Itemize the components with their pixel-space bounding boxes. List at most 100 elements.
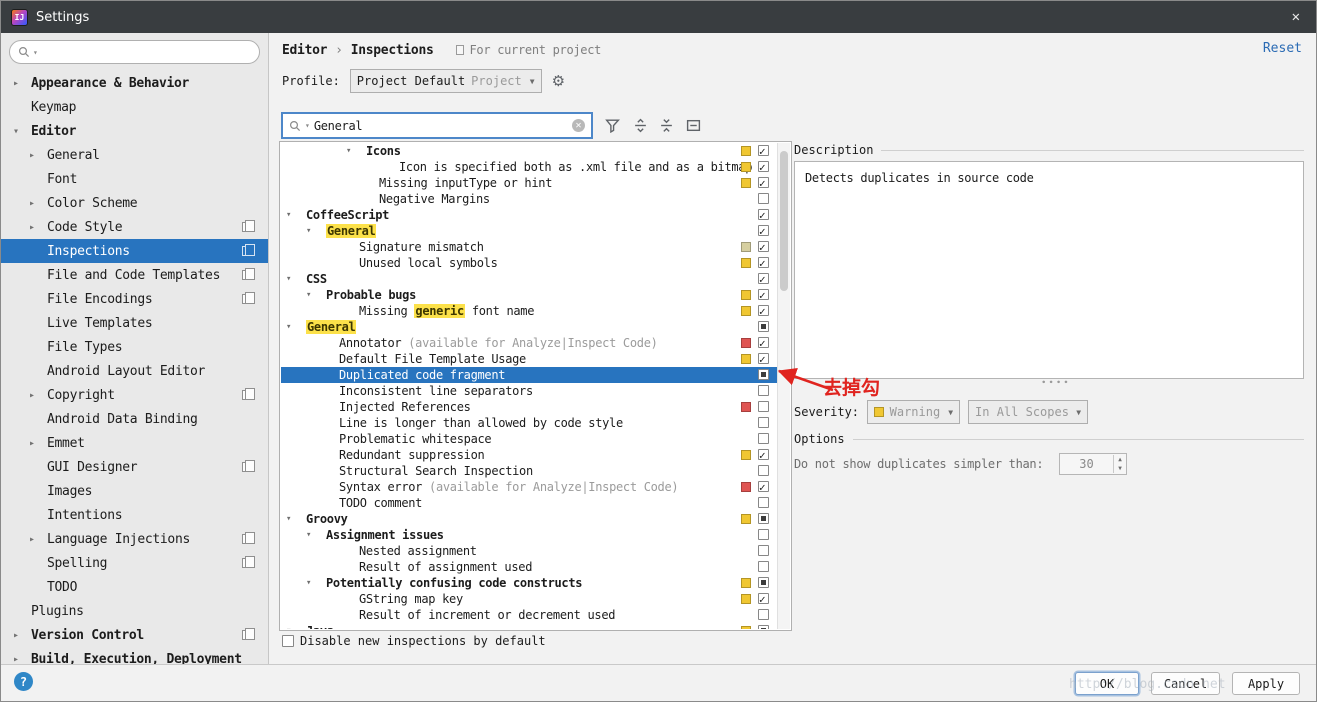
expand-all-icon[interactable] <box>629 114 651 136</box>
inspection-row-probable-bugs[interactable]: ▾Probable bugs <box>281 287 777 303</box>
spinner-up-icon[interactable]: ▲ <box>1118 455 1122 464</box>
chevron-down-icon[interactable]: ▾ <box>286 623 291 629</box>
inspection-row-css[interactable]: ▾CSS <box>281 271 777 287</box>
cancel-button[interactable]: Cancel <box>1151 672 1220 695</box>
collapse-node-icon[interactable] <box>682 114 704 136</box>
inspection-checkbox[interactable] <box>758 177 769 188</box>
sidebar-item-version-control[interactable]: ▸Version Control <box>1 623 268 647</box>
inspection-row-gstring-map-key[interactable]: GString map key <box>281 591 777 607</box>
inspection-checkbox[interactable] <box>758 609 769 620</box>
clear-search-icon[interactable]: ✕ <box>572 119 585 132</box>
chevron-right-icon[interactable]: ▸ <box>29 438 47 449</box>
chevron-right-icon[interactable]: ▸ <box>29 150 47 161</box>
chevron-right-icon[interactable]: ▸ <box>29 534 47 545</box>
inspection-row-potentially-confusing-code-constructs[interactable]: ▾Potentially confusing code constructs <box>281 575 777 591</box>
inspection-row-missing-inputtype-or-hint[interactable]: Missing inputType or hint <box>281 175 777 191</box>
inspection-checkbox[interactable] <box>758 353 769 364</box>
inspection-row-default-file-template-usage[interactable]: Default File Template Usage <box>281 351 777 367</box>
duplicates-threshold-spinner[interactable]: 30 ▲▼ <box>1059 453 1127 475</box>
chevron-right-icon[interactable]: ▸ <box>29 222 47 233</box>
inspection-checkbox[interactable] <box>758 433 769 444</box>
inspection-row-structural-search-inspection[interactable]: Structural Search Inspection <box>281 463 777 479</box>
sidebar-item-font[interactable]: Font <box>1 167 268 191</box>
inspection-row-result-of-assignment-used[interactable]: Result of assignment used <box>281 559 777 575</box>
sidebar-item-todo[interactable]: TODO <box>1 575 268 599</box>
scope-select[interactable]: In All Scopes ▼ <box>968 400 1088 424</box>
inspection-row-result-of-increment-or-decrement-used[interactable]: Result of increment or decrement used <box>281 607 777 623</box>
search-history-caret-icon[interactable]: ▾ <box>305 121 310 130</box>
inspection-row-signature-mismatch[interactable]: Signature mismatch <box>281 239 777 255</box>
apply-button[interactable]: Apply <box>1232 672 1300 695</box>
chevron-down-icon[interactable]: ▾ <box>306 527 311 543</box>
chevron-right-icon[interactable]: ▸ <box>13 78 31 89</box>
sidebar-item-copyright[interactable]: ▸Copyright <box>1 383 268 407</box>
inspection-row-missing-generic-font-name[interactable]: Missing generic font name <box>281 303 777 319</box>
inspection-row-nested-assignment[interactable]: Nested assignment <box>281 543 777 559</box>
sidebar-item-inspections[interactable]: Inspections <box>1 239 268 263</box>
inspection-checkbox[interactable] <box>758 577 769 588</box>
settings-search-box[interactable]: ▾ <box>9 40 260 64</box>
inspection-checkbox[interactable] <box>758 417 769 428</box>
scrollbar-thumb[interactable] <box>780 151 788 291</box>
tree-scrollbar[interactable] <box>777 143 790 629</box>
inspection-row-groovy[interactable]: ▾Groovy <box>281 511 777 527</box>
sidebar-item-plugins[interactable]: Plugins <box>1 599 268 623</box>
sidebar-item-android-layout-editor[interactable]: Android Layout Editor <box>1 359 268 383</box>
spinner-down-icon[interactable]: ▼ <box>1118 464 1122 473</box>
inspection-checkbox[interactable] <box>758 625 769 629</box>
chevron-down-icon[interactable]: ▾ <box>306 287 311 303</box>
inspection-checkbox[interactable] <box>758 257 769 268</box>
sidebar-item-file-encodings[interactable]: File Encodings <box>1 287 268 311</box>
inspection-checkbox[interactable] <box>758 513 769 524</box>
sidebar-item-code-style[interactable]: ▸Code Style <box>1 215 268 239</box>
inspection-checkbox[interactable] <box>758 385 769 396</box>
sidebar-item-emmet[interactable]: ▸Emmet <box>1 431 268 455</box>
inspection-checkbox[interactable] <box>758 337 769 348</box>
inspection-checkbox[interactable] <box>758 529 769 540</box>
sidebar-item-file-and-code-templates[interactable]: File and Code Templates <box>1 263 268 287</box>
profile-gear-icon[interactable]: ⚙ <box>552 72 565 90</box>
inspection-checkbox[interactable] <box>758 289 769 300</box>
sidebar-item-file-types[interactable]: File Types <box>1 335 268 359</box>
inspection-row-assignment-issues[interactable]: ▾Assignment issues <box>281 527 777 543</box>
close-icon[interactable]: ✕ <box>1286 7 1306 27</box>
chevron-right-icon[interactable]: ▸ <box>29 390 47 401</box>
sidebar-item-general[interactable]: ▸General <box>1 143 268 167</box>
chevron-down-icon[interactable]: ▾ <box>286 319 291 335</box>
chevron-down-icon[interactable]: ▾ <box>346 143 351 159</box>
inspection-row-duplicated-code-fragment[interactable]: Duplicated code fragment <box>281 367 777 383</box>
chevron-down-icon[interactable]: ▾ <box>286 271 291 287</box>
sidebar-item-images[interactable]: Images <box>1 479 268 503</box>
sidebar-item-editor[interactable]: ▾Editor <box>1 119 268 143</box>
inspection-checkbox[interactable] <box>758 161 769 172</box>
inspection-row-java[interactable]: ▾Java <box>281 623 777 629</box>
sidebar-item-spelling[interactable]: Spelling <box>1 551 268 575</box>
settings-search-input[interactable] <box>41 44 251 60</box>
search-history-caret-icon[interactable]: ▾ <box>33 48 38 57</box>
inspection-checkbox[interactable] <box>758 481 769 492</box>
inspection-checkbox[interactable] <box>758 593 769 604</box>
inspection-checkbox[interactable] <box>758 449 769 460</box>
breadcrumb-editor[interactable]: Editor <box>282 43 327 58</box>
inspection-checkbox[interactable] <box>758 305 769 316</box>
inspection-row-negative-margins[interactable]: Negative Margins <box>281 191 777 207</box>
inspection-checkbox[interactable] <box>758 401 769 412</box>
chevron-down-icon[interactable]: ▾ <box>13 126 31 137</box>
inspection-row-icon-is-specified-both-as-xml-file-and-as-a-bitmap[interactable]: Icon is specified both as .xml file and … <box>281 159 777 175</box>
inspection-checkbox[interactable] <box>758 545 769 556</box>
inspection-checkbox[interactable] <box>758 561 769 572</box>
inspection-row-todo-comment[interactable]: TODO comment <box>281 495 777 511</box>
disable-new-inspections-checkbox[interactable] <box>282 635 294 647</box>
inspection-checkbox[interactable] <box>758 209 769 220</box>
inspection-row-inconsistent-line-separators[interactable]: Inconsistent line separators <box>281 383 777 399</box>
inspection-checkbox[interactable] <box>758 145 769 156</box>
reset-link[interactable]: Reset <box>1263 41 1302 56</box>
inspection-checkbox[interactable] <box>758 465 769 476</box>
inspection-checkbox[interactable] <box>758 497 769 508</box>
profile-select[interactable]: Project Default Project ▼ <box>350 69 542 93</box>
sidebar-item-gui-designer[interactable]: GUI Designer <box>1 455 268 479</box>
collapse-all-icon[interactable] <box>655 114 677 136</box>
inspection-row-annotator[interactable]: Annotator (available for Analyze|Inspect… <box>281 335 777 351</box>
inspection-checkbox[interactable] <box>758 369 769 380</box>
inspections-search-value[interactable]: General <box>314 119 568 133</box>
